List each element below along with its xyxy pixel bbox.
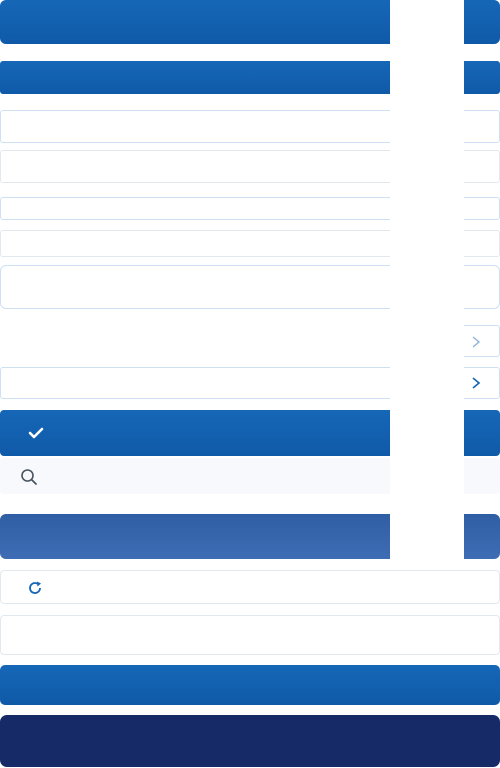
chevron-right-icon [472, 336, 481, 348]
refresh-icon[interactable] [27, 580, 43, 596]
dark-button[interactable] [0, 715, 500, 767]
refresh-field[interactable] [0, 570, 500, 604]
overlay-panel [390, 0, 464, 560]
chevron-right-icon [472, 377, 481, 389]
primary-button-3[interactable] [0, 665, 500, 705]
search-icon [21, 469, 37, 485]
check-icon [28, 427, 44, 439]
text-field-5[interactable] [0, 615, 500, 655]
